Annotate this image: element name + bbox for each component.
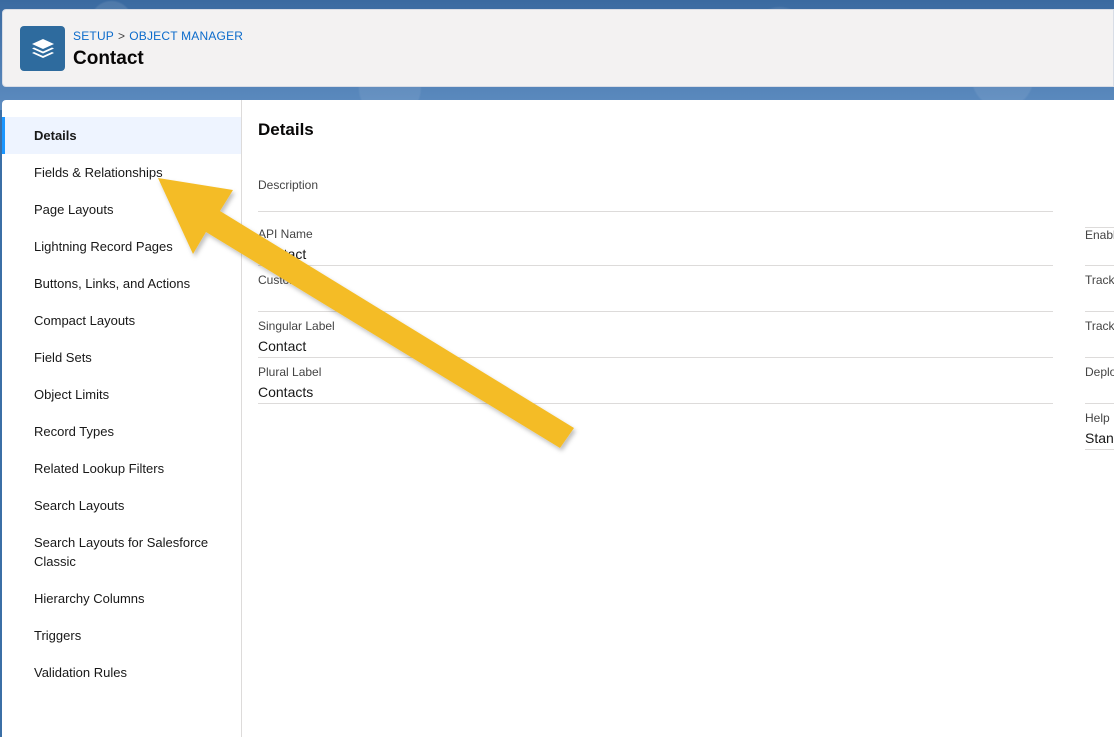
sidebar-item-record-types[interactable]: Record Types bbox=[2, 413, 241, 450]
field-label: Deplo bbox=[1085, 365, 1114, 379]
sidebar-item-related-lookup-filters[interactable]: Related Lookup Filters bbox=[2, 450, 241, 487]
field-label: Plural Label bbox=[258, 365, 322, 379]
sidebar-item-validation-rules[interactable]: Validation Rules bbox=[2, 654, 241, 691]
field-value: Contact bbox=[258, 246, 307, 262]
sidebar-item-hierarchy-columns[interactable]: Hierarchy Columns bbox=[2, 580, 241, 617]
sidebar-item-search-layouts[interactable]: Search Layouts bbox=[2, 487, 241, 524]
page-title: Contact bbox=[73, 48, 144, 69]
field-enable: Enable bbox=[1085, 227, 1114, 266]
sidebar-item-details[interactable]: Details bbox=[2, 117, 241, 154]
field-description: Description bbox=[258, 178, 1053, 212]
sidebar-item-buttons-links-actions[interactable]: Buttons, Links, and Actions bbox=[2, 265, 241, 302]
object-header: SETUP > OBJECT MANAGER Contact bbox=[2, 9, 1114, 87]
field-label: Track bbox=[1085, 273, 1114, 287]
sidebar-item-fields-relationships[interactable]: Fields & Relationships bbox=[2, 154, 241, 191]
layers-icon bbox=[20, 26, 65, 71]
field-label: Track bbox=[1085, 319, 1114, 333]
details-title: Details bbox=[258, 120, 314, 139]
field-help: Help Stanc bbox=[1085, 411, 1114, 450]
sidebar-item-triggers[interactable]: Triggers bbox=[2, 617, 241, 654]
field-label: Singular Label bbox=[258, 319, 335, 333]
breadcrumb-setup[interactable]: SETUP bbox=[73, 29, 114, 43]
field-plural-label: Plural Label Contacts bbox=[258, 365, 1053, 404]
field-label: Custom bbox=[258, 273, 300, 287]
details-content: Details Description API Name Contact Cus… bbox=[258, 100, 1114, 737]
breadcrumb: SETUP > OBJECT MANAGER bbox=[73, 29, 243, 43]
sidebar-item-field-sets[interactable]: Field Sets bbox=[2, 339, 241, 376]
sidebar-item-object-limits[interactable]: Object Limits bbox=[2, 376, 241, 413]
breadcrumb-object-manager[interactable]: OBJECT MANAGER bbox=[129, 29, 243, 43]
field-label: API Name bbox=[258, 227, 313, 241]
field-track-2: Track bbox=[1085, 319, 1114, 358]
field-track-1: Track bbox=[1085, 273, 1114, 312]
field-value: Contact bbox=[258, 338, 307, 354]
field-label: Description bbox=[258, 178, 319, 192]
sidebar-item-compact-layouts[interactable]: Compact Layouts bbox=[2, 302, 241, 339]
field-custom: Custom bbox=[258, 273, 1053, 312]
field-api-name: API Name Contact bbox=[258, 227, 1053, 266]
field-label: Enable bbox=[1085, 228, 1114, 242]
field-value: Contacts bbox=[258, 384, 314, 400]
sidebar-item-search-layouts-classic[interactable]: Search Layouts for Salesforce Classic bbox=[2, 524, 212, 580]
field-label: Help bbox=[1085, 411, 1110, 425]
field-deploy: Deplo bbox=[1085, 365, 1114, 404]
field-value: Stanc bbox=[1085, 430, 1114, 446]
field-singular-label: Singular Label Contact bbox=[258, 319, 1053, 358]
breadcrumb-separator: > bbox=[118, 29, 126, 43]
sidebar-item-page-layouts[interactable]: Page Layouts bbox=[2, 191, 241, 228]
main-panel: Details Fields & Relationships Page Layo… bbox=[2, 100, 1114, 737]
sidebar-item-lightning-record-pages[interactable]: Lightning Record Pages bbox=[2, 228, 241, 265]
sidebar-nav: Details Fields & Relationships Page Layo… bbox=[2, 100, 242, 737]
